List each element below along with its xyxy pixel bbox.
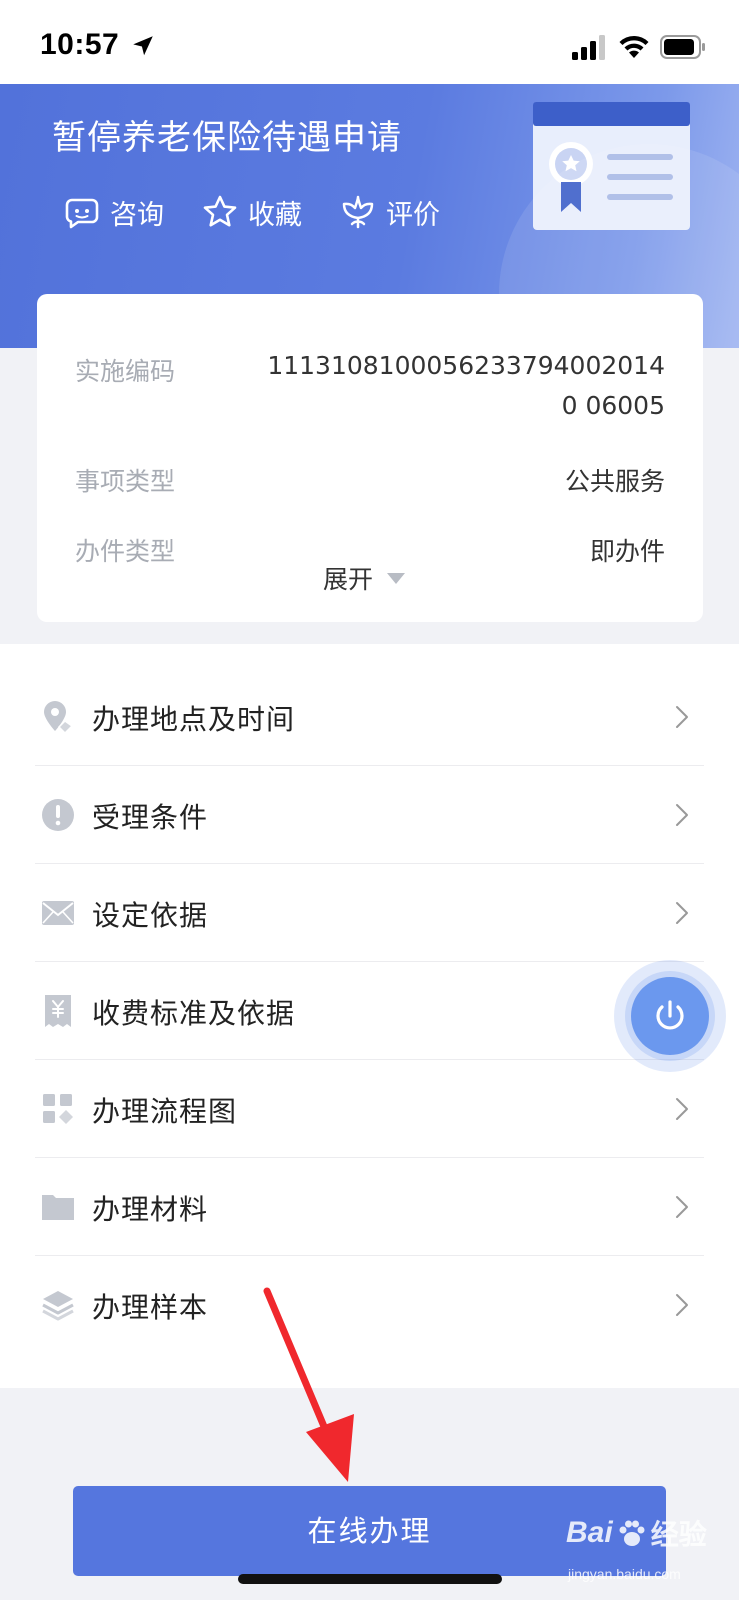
chevron-right-icon [676,1098,688,1120]
menu-item-conditions[interactable]: 受理条件 [35,766,704,864]
watermark-url: jingyan.baidu.com [568,1566,681,1582]
status-time: 10:57 [40,28,120,61]
flowchart-icon [43,1094,73,1124]
flower-icon [342,195,374,229]
chevron-right-icon [676,1196,688,1218]
paw-logo-icon [619,1520,645,1546]
battery-icon [660,35,705,59]
favorite-button[interactable]: 收藏 [202,192,302,232]
menu-item-label: 收费标准及依据 [92,997,296,1030]
menu-item-label: 设定依据 [92,899,209,932]
implementation-code-value: 11131081000562337940020140 06005 [267,351,665,420]
rate-button[interactable]: 评价 [340,192,440,232]
power-icon [656,1000,684,1030]
caret-down-icon [387,572,406,584]
expand-button[interactable]: 展开 [323,560,406,596]
menu-item-label: 办理材料 [92,1193,209,1226]
alert-icon [42,799,74,831]
menu-item-materials[interactable]: 办理材料 [35,1158,704,1256]
star-icon [203,195,237,227]
implementation-code-label: 实施编码 [75,357,176,386]
expand-label: 展开 [323,565,374,594]
cellular-signal-icon [572,35,605,60]
menu-item-flowchart[interactable]: 办理流程图 [35,1060,704,1158]
red-arrow-annotation [263,1287,354,1482]
rate-label: 评价 [386,199,440,231]
info-card: 实施编码 11131081000562337940020140 06005 事项… [37,294,703,622]
favorite-label: 收藏 [248,199,302,231]
chevron-right-icon [676,706,688,728]
folder-icon [42,1195,74,1220]
consult-button[interactable]: 咨询 [64,192,164,232]
status-bar: 10:57 [0,0,739,84]
page-title: 暂停养老保险待遇申请 [52,118,402,158]
chevron-right-icon [676,1294,688,1316]
consult-label: 咨询 [110,199,164,231]
chevron-right-icon [676,902,688,924]
menu-item-location-time[interactable]: 办理地点及时间 [35,668,704,766]
item-type-label: 事项类型 [75,467,176,496]
case-type-value: 即办件 [589,537,665,566]
watermark-suffix: 经验 [650,1518,707,1551]
menu-item-label: 受理条件 [92,801,209,834]
baidu-watermark: Bai 经验 [566,1508,707,1558]
case-type-label: 办件类型 [75,537,176,566]
wifi-icon [619,35,649,58]
menu-item-label: 办理地点及时间 [92,703,296,736]
fee-icon [45,995,71,1027]
layers-icon [42,1291,74,1321]
item-type-value: 公共服务 [564,467,665,496]
chat-icon [65,198,99,229]
menu-item-samples[interactable]: 办理样本 [35,1256,704,1354]
menu-item-label: 办理样本 [92,1291,209,1324]
menu-item-fees[interactable]: 收费标准及依据 [35,962,704,1060]
home-indicator [238,1574,502,1584]
chevron-right-icon [676,804,688,826]
location-icon [44,701,74,735]
certificate-illustration [533,102,690,230]
watermark-brand: Bai [566,1516,613,1549]
floating-power-button[interactable] [614,960,726,1072]
location-arrow-icon [133,36,153,56]
menu-item-label: 办理流程图 [92,1095,238,1128]
menu-item-basis[interactable]: 设定依据 [35,864,704,962]
mail-icon [42,901,74,925]
floating-button-core [631,977,709,1055]
